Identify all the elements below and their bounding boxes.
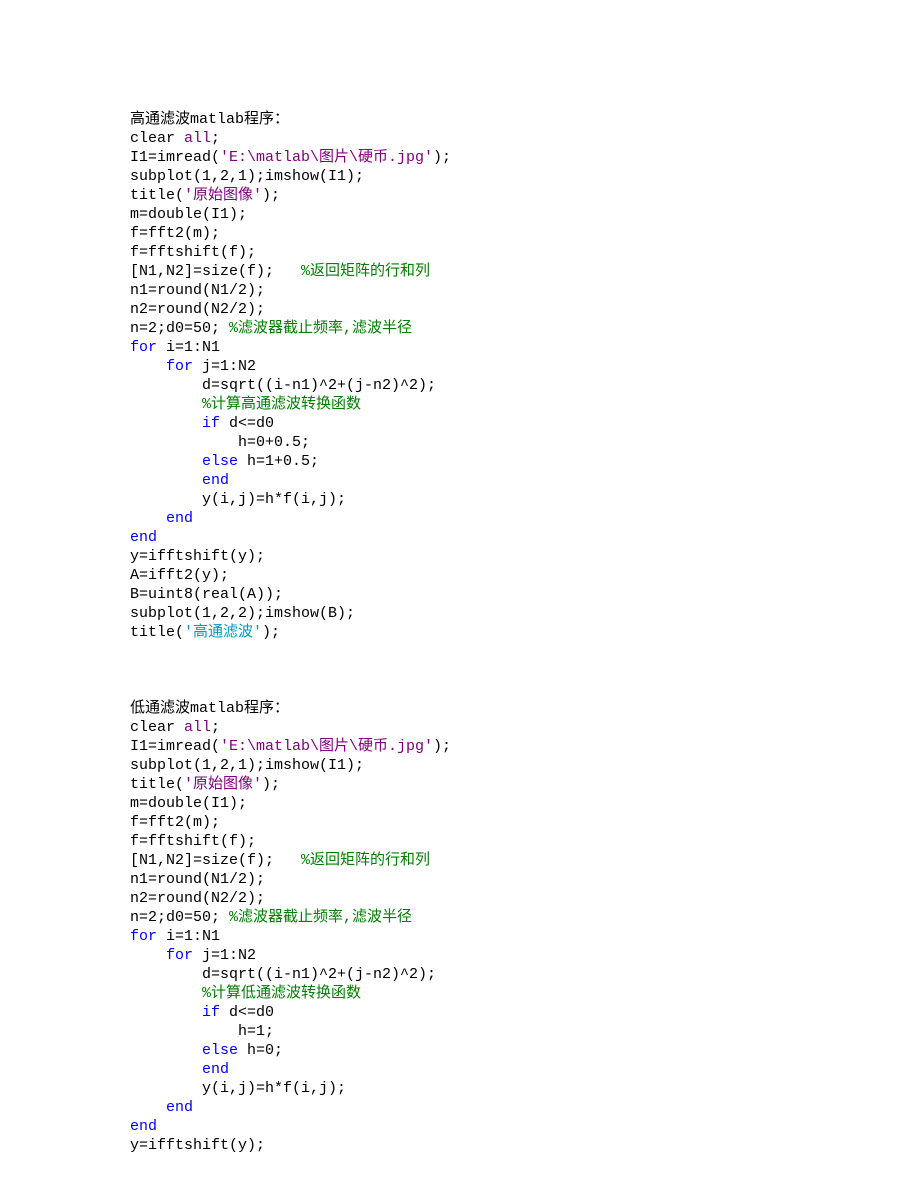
code-line: B=uint8(real(A)); [130, 585, 920, 604]
code-line: subplot(1,2,1);imshow(I1); [130, 756, 920, 775]
code-line: end [130, 509, 920, 528]
heading-cn: 低通滤波 [130, 700, 190, 717]
code-line: d=sqrt((i-n1)^2+(j-n2)^2); [130, 376, 920, 395]
code-line: end [130, 1060, 920, 1079]
code-line: I1=imread('E:\matlab\图片\硬币.jpg'); [130, 737, 920, 756]
code-line: n1=round(N1/2); [130, 870, 920, 889]
code-line: %计算高通滤波转换函数 [130, 395, 920, 414]
code-line: n2=round(N2/2); [130, 889, 920, 908]
heading-en: matlab [190, 700, 244, 717]
code-line: n=2;d0=50; %滤波器截止频率,滤波半径 [130, 908, 920, 927]
code-line: title('高通滤波'); [130, 623, 920, 642]
code-line: I1=imread('E:\matlab\图片\硬币.jpg'); [130, 148, 920, 167]
code-line: y(i,j)=h*f(i,j); [130, 490, 920, 509]
code-line: for i=1:N1 [130, 338, 920, 357]
code-line: n1=round(N1/2); [130, 281, 920, 300]
code-line: end [130, 1117, 920, 1136]
code-line: if d<=d0 [130, 1003, 920, 1022]
code-line: for j=1:N2 [130, 946, 920, 965]
code-line: clear all; [130, 718, 920, 737]
code-line: for j=1:N2 [130, 357, 920, 376]
code-line: n=2;d0=50; %滤波器截止频率,滤波半径 [130, 319, 920, 338]
code-line: end [130, 1098, 920, 1117]
block2-heading: 低通滤波matlab程序： [130, 699, 920, 718]
code-line: [N1,N2]=size(f); %返回矩阵的行和列 [130, 851, 920, 870]
code-line: y(i,j)=h*f(i,j); [130, 1079, 920, 1098]
blank-line [130, 642, 920, 661]
code-line: end [130, 528, 920, 547]
heading-colon: 程序： [244, 700, 289, 717]
code-line: [N1,N2]=size(f); %返回矩阵的行和列 [130, 262, 920, 281]
blank-line [130, 680, 920, 699]
code-line: for i=1:N1 [130, 927, 920, 946]
blank-line [130, 661, 920, 680]
heading-cn: 高通滤波 [130, 111, 190, 128]
code-line: subplot(1,2,2);imshow(B); [130, 604, 920, 623]
heading-colon: 程序： [244, 111, 289, 128]
code-line: end [130, 471, 920, 490]
code-line: else h=1+0.5; [130, 452, 920, 471]
code-line: y=ifftshift(y); [130, 547, 920, 566]
document-page: 高通滤波matlab程序： clear all; I1=imread('E:\m… [0, 0, 920, 1155]
code-line: f=fft2(m); [130, 813, 920, 832]
code-line: h=0+0.5; [130, 433, 920, 452]
code-line: A=ifft2(y); [130, 566, 920, 585]
code-line: f=fftshift(f); [130, 243, 920, 262]
code-line: else h=0; [130, 1041, 920, 1060]
code-line: n2=round(N2/2); [130, 300, 920, 319]
code-line: d=sqrt((i-n1)^2+(j-n2)^2); [130, 965, 920, 984]
code-line: f=fft2(m); [130, 224, 920, 243]
block1-heading: 高通滤波matlab程序： [130, 110, 920, 129]
code-line: y=ifftshift(y); [130, 1136, 920, 1155]
code-line: if d<=d0 [130, 414, 920, 433]
code-line: clear all; [130, 129, 920, 148]
code-line: m=double(I1); [130, 794, 920, 813]
code-line: m=double(I1); [130, 205, 920, 224]
code-line: title('原始图像'); [130, 775, 920, 794]
heading-en: matlab [190, 111, 244, 128]
code-line: title('原始图像'); [130, 186, 920, 205]
code-line: h=1; [130, 1022, 920, 1041]
code-line: %计算低通滤波转换函数 [130, 984, 920, 1003]
code-line: f=fftshift(f); [130, 832, 920, 851]
code-line: subplot(1,2,1);imshow(I1); [130, 167, 920, 186]
